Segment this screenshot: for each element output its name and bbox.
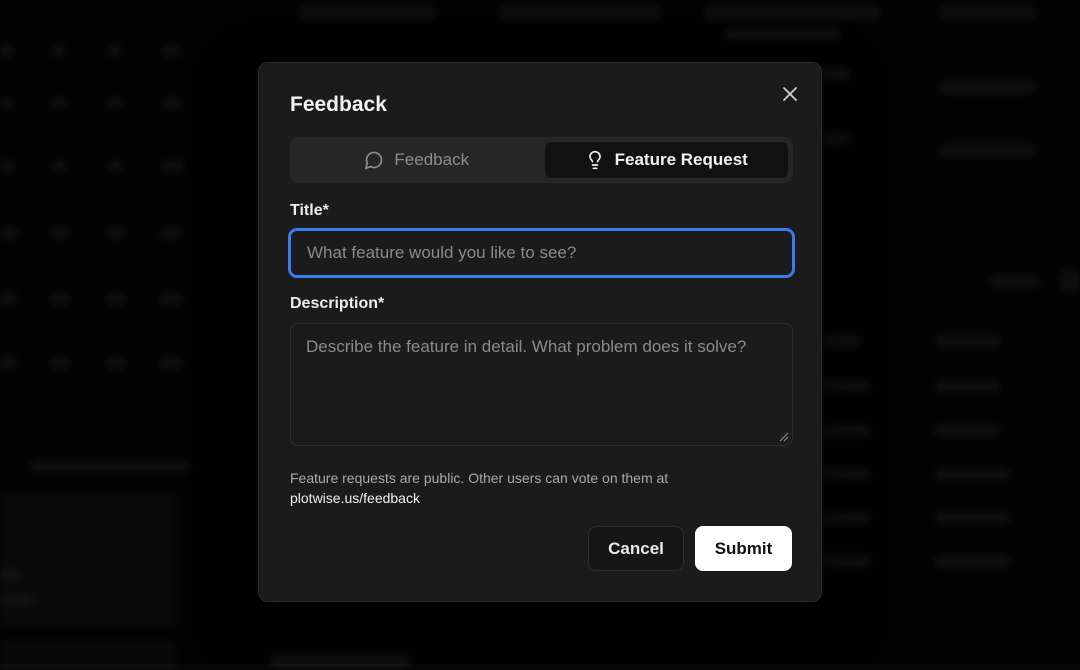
tab-feature-request[interactable]: Feature Request [545,142,789,178]
feedback-link[interactable]: plotwise.us/feedback [290,488,790,508]
tab-feedback[interactable]: Feedback [295,142,539,178]
close-button[interactable] [779,83,801,105]
resize-handle-icon[interactable] [779,432,789,442]
tab-feature-request-label: Feature Request [615,150,748,170]
tab-feedback-label: Feedback [394,150,469,170]
feedback-dialog: Feedback Feedback Feature Request Title*… [258,62,822,602]
description-label: Description* [290,295,384,313]
title-input[interactable] [288,228,795,278]
cancel-button[interactable]: Cancel [588,526,684,571]
close-icon [783,87,797,101]
lightbulb-icon [585,150,605,170]
title-label: Title* [290,202,329,220]
dialog-title: Feedback [290,93,387,117]
feedback-type-tabs: Feedback Feature Request [290,137,793,183]
message-circle-icon [364,150,384,170]
submit-button[interactable]: Submit [695,526,792,571]
description-textarea[interactable] [290,323,793,446]
notice-text: Feature requests are public. Other users… [290,470,668,486]
public-notice: Feature requests are public. Other users… [290,468,790,508]
